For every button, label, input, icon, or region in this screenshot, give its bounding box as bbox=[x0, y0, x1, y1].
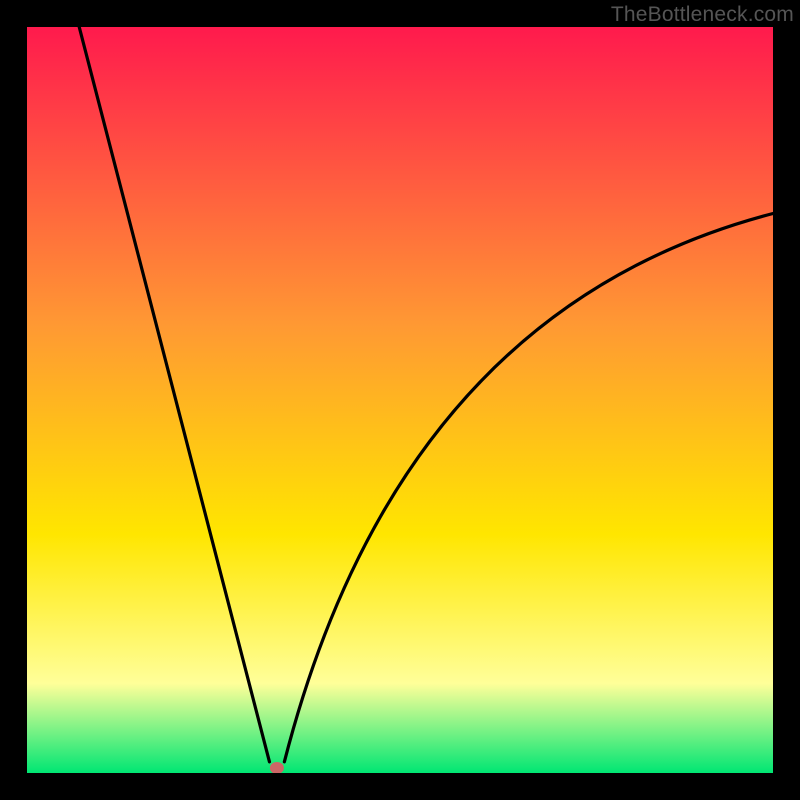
chart-frame bbox=[27, 27, 773, 773]
watermark-text: TheBottleneck.com bbox=[611, 3, 794, 27]
bottleneck-chart bbox=[27, 27, 773, 773]
gradient-bg bbox=[27, 27, 773, 773]
